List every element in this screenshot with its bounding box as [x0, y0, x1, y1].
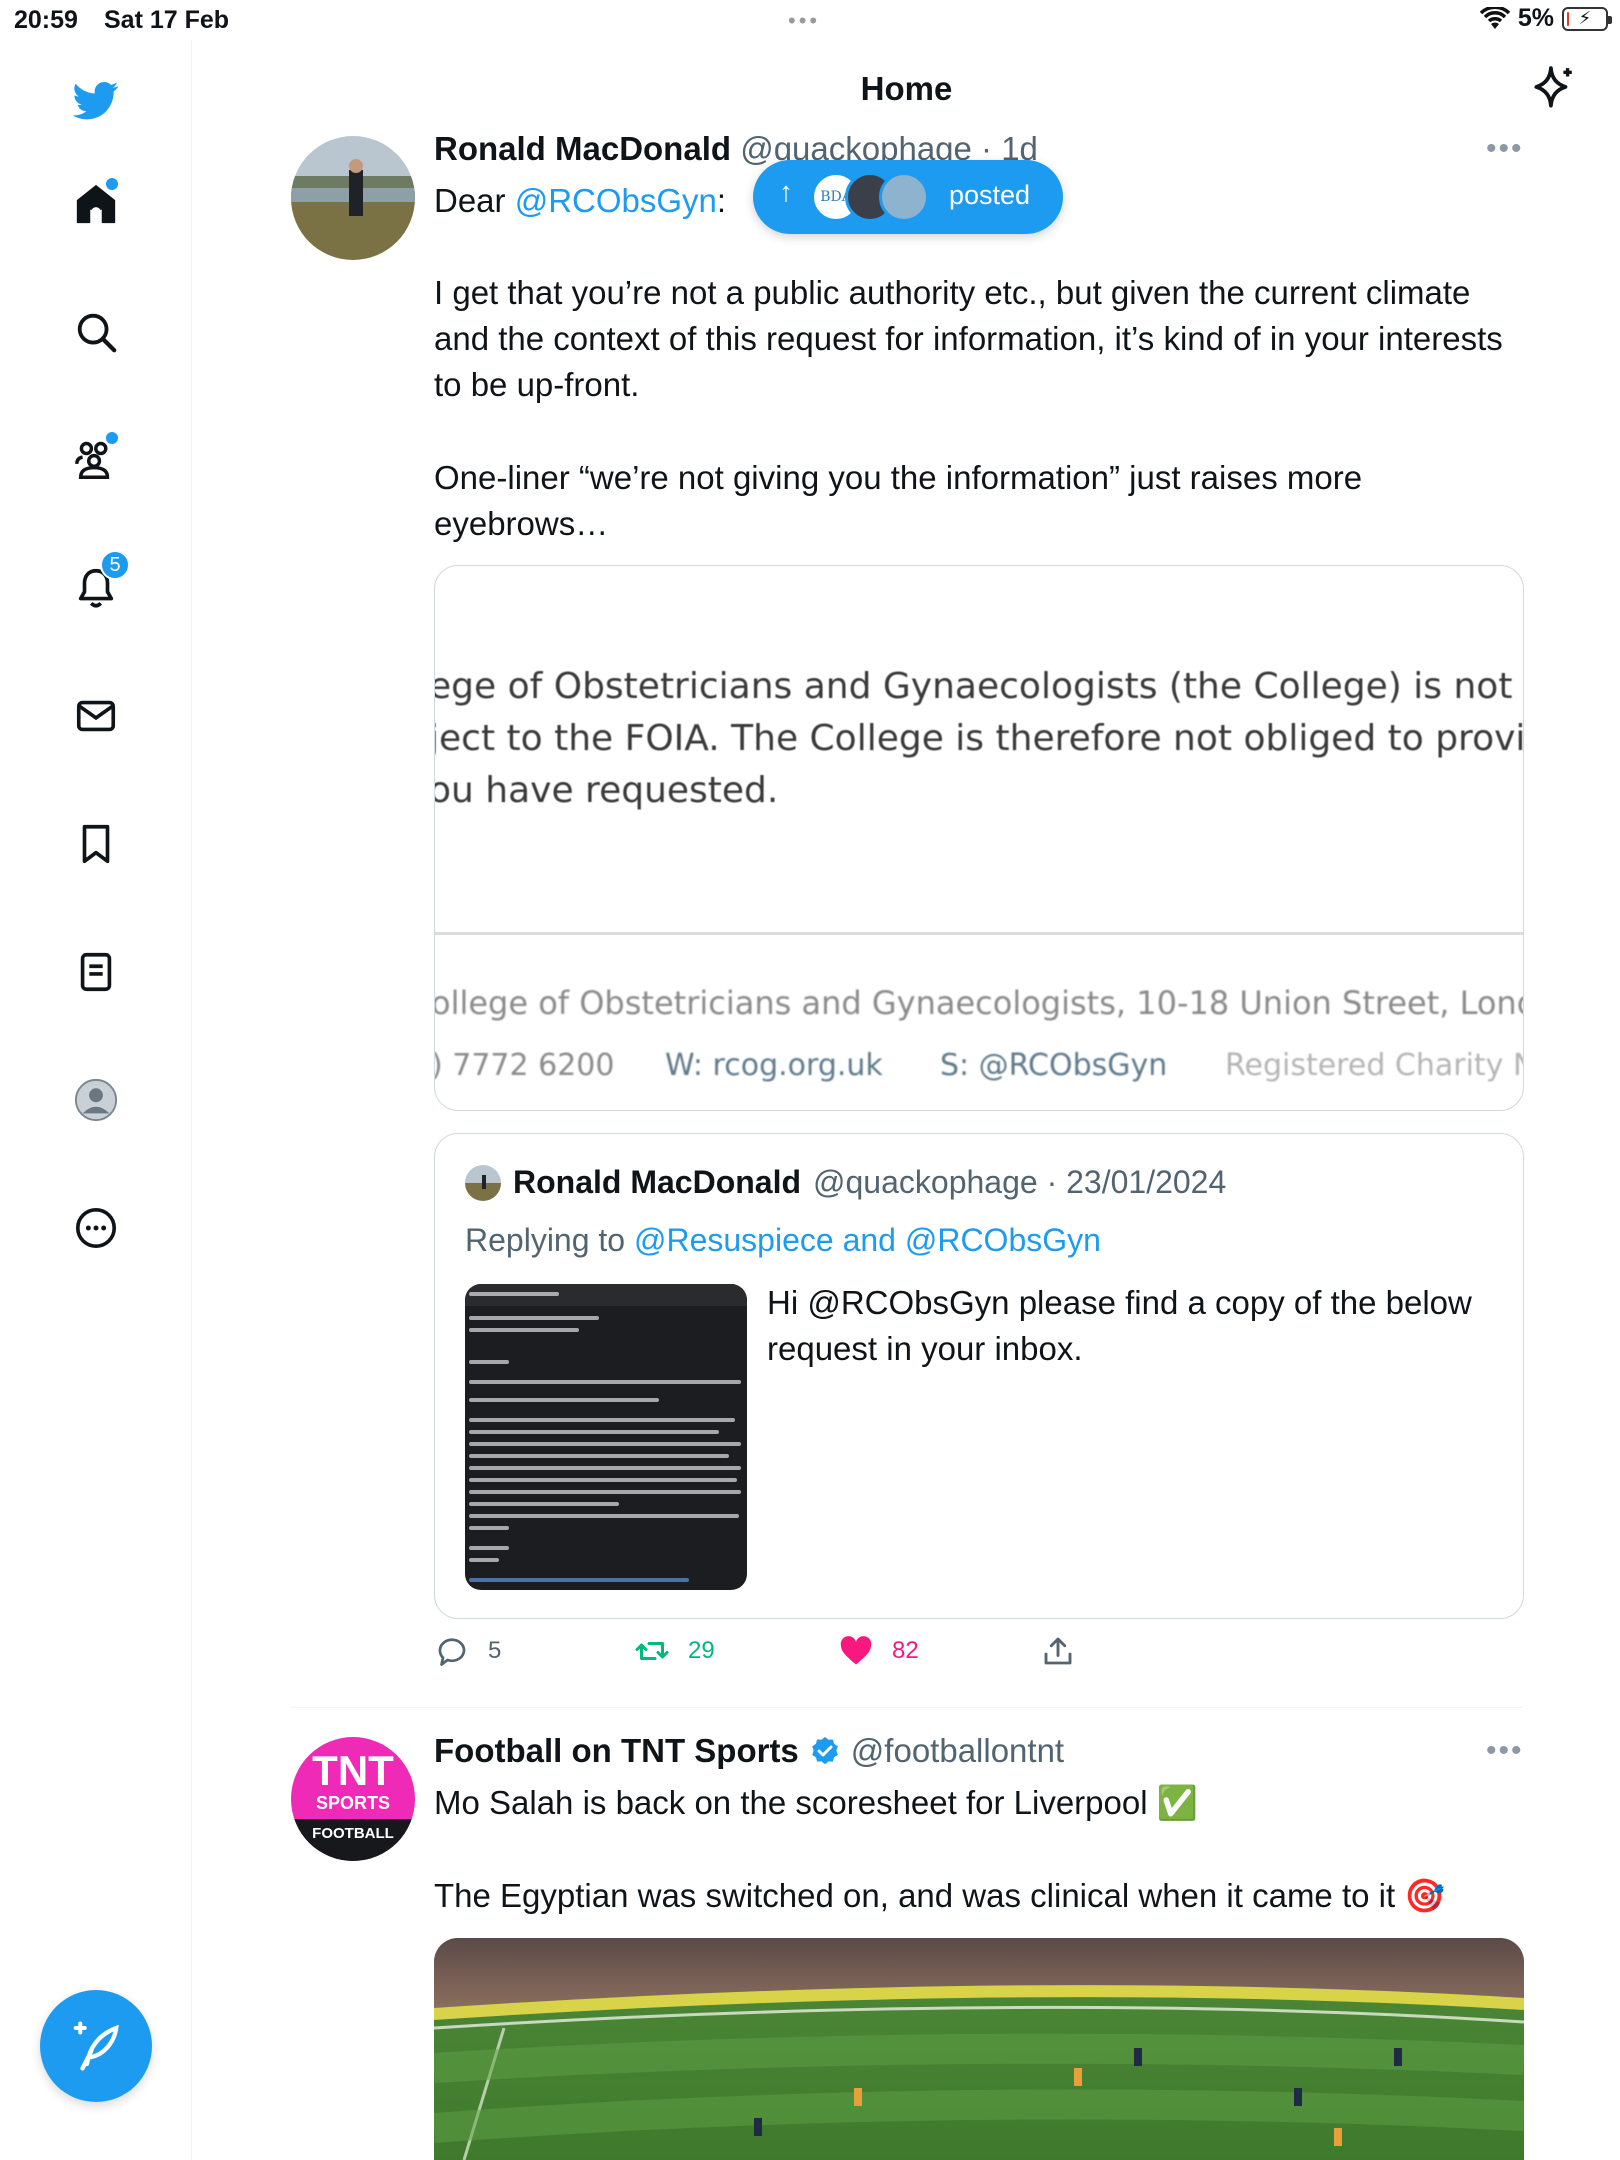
status-date: Sat 17 Feb	[104, 6, 230, 34]
image-footer-phone: ) 7772 6200	[434, 1048, 615, 1083]
reply-icon	[438, 1638, 466, 1666]
retweet-button[interactable]: 29	[634, 1633, 715, 1669]
profile-avatar-icon[interactable]	[62, 1066, 130, 1134]
share-button[interactable]	[1040, 1633, 1076, 1669]
image-footer-address: ollege of Obstetricians and Gynaecologis…	[434, 984, 1524, 1022]
tweet-text-line2: The Egyptian was switched on, and was cl…	[434, 1877, 1446, 1914]
battery-icon: ⚡	[1562, 6, 1612, 31]
tweet-actions: 5 29 82	[434, 1633, 1114, 1683]
tnt-logo-football: FOOTBALL	[312, 1825, 394, 1842]
quoted-author-name[interactable]: Ronald MacDonald	[513, 1164, 801, 1201]
tweet-text-para2: One-liner “we’re not giving you the info…	[434, 459, 1363, 542]
image-footer-charity: Registered Charity N	[1225, 1048, 1524, 1083]
tweet-text-para1: I get that you’re not a public authority…	[434, 274, 1503, 403]
retweet-count: 29	[688, 1637, 715, 1664]
tweet-video[interactable]	[434, 1938, 1524, 2160]
tweet-image[interactable]: ege of Obstetricians and Gynaecologists …	[434, 565, 1524, 1111]
notifications-bell-icon[interactable]: 5	[62, 550, 130, 622]
sparkle-timeline-icon[interactable]	[1528, 64, 1578, 114]
tnt-logo-text: TNT	[312, 1747, 394, 1794]
status-indicators: 5% ⚡	[1479, 4, 1612, 33]
tweet-author-handle[interactable]: @footballontnt	[851, 1732, 1064, 1770]
heart-icon	[840, 1636, 872, 1665]
image-text-line-3: ou have requested.	[434, 770, 779, 811]
home-unread-dot	[106, 178, 118, 190]
tnt-logo-sports: SPORTS	[315, 1793, 390, 1813]
retweet-icon	[635, 1642, 669, 1660]
multitasking-dots-icon[interactable]: •••	[788, 8, 820, 34]
tweet-divider	[291, 1707, 1523, 1708]
wifi-icon	[1479, 6, 1510, 29]
sidebar: 5	[0, 40, 192, 2160]
reply-count: 5	[488, 1637, 502, 1664]
share-icon	[1044, 1637, 1072, 1665]
like-button[interactable]: 82	[838, 1633, 919, 1669]
tweet-more-button[interactable]: •••	[1486, 132, 1524, 166]
tweet-more-button[interactable]: •••	[1486, 1734, 1524, 1768]
tweet-text-line1: Mo Salah is back on the scoresheet for L…	[434, 1784, 1198, 1821]
messages-envelope-icon[interactable]	[62, 682, 130, 750]
image-footer-social: S: @RCObsGyn	[940, 1048, 1168, 1083]
bookmarks-icon[interactable]	[62, 810, 130, 878]
tweet-author-line: Football on TNT Sports @footballontnt	[434, 1732, 1064, 1770]
image-divider	[435, 932, 1523, 935]
football-pitch-video-frame	[434, 1938, 1524, 2160]
communities-unread-dot	[106, 432, 118, 444]
verified-badge-icon	[811, 1737, 838, 1765]
tweet-author-name[interactable]: Ronald MacDonald	[434, 130, 731, 167]
status-time: 20:59	[14, 6, 78, 34]
tweet-greeting: Dear @RCObsGyn:	[434, 182, 727, 219]
page-title: Home	[860, 70, 953, 107]
reply-button[interactable]: 5	[434, 1633, 501, 1669]
image-text-line-2: ject to the FOIA. The College is therefo…	[434, 718, 1524, 759]
battery-percent: 5%	[1517, 4, 1554, 32]
status-bar: 20:59 Sat 17 Feb ••• 5% ⚡	[0, 0, 1620, 40]
communities-icon[interactable]	[62, 426, 130, 494]
posted-label: posted	[949, 180, 1031, 210]
pill-avatar-3	[879, 172, 929, 222]
arrow-up-icon: ↑	[779, 176, 793, 207]
more-options-icon[interactable]	[62, 1194, 130, 1262]
timeline-header: Home	[193, 40, 1620, 140]
tweet-author-avatar[interactable]	[291, 136, 415, 260]
quoted-tweet-text: Hi @RCObsGyn please find a copy of the b…	[767, 1284, 1472, 1367]
feather-plus-icon	[73, 2021, 119, 2071]
replying-to-links[interactable]: @Resuspiece and @RCObsGyn	[634, 1222, 1101, 1258]
image-footer-web: W: rcog.org.uk	[665, 1048, 883, 1083]
like-count: 82	[892, 1637, 919, 1664]
quoted-tweet-header: Ronald MacDonald @quackophage · 23/01/20…	[465, 1164, 1226, 1201]
image-text-line-1: ege of Obstetricians and Gynaecologists …	[434, 666, 1524, 707]
explore-search-icon[interactable]	[62, 298, 130, 366]
quoted-author-avatar	[465, 1164, 501, 1201]
twitter-logo-icon[interactable]	[62, 66, 130, 134]
home-icon[interactable]	[62, 170, 130, 238]
quoted-tweet[interactable]: Ronald MacDonald @quackophage · 23/01/20…	[434, 1133, 1524, 1619]
notifications-badge: 5	[100, 550, 130, 580]
mention-link[interactable]: @RCObsGyn	[515, 182, 717, 219]
replying-to: Replying to @Resuspiece and @RCObsGyn	[465, 1222, 1101, 1258]
quoted-author-handle[interactable]: @quackophage · 23/01/2024	[813, 1164, 1226, 1201]
quoted-tweet-image[interactable]	[465, 1284, 747, 1590]
tweet-author-avatar[interactable]: TNT SPORTS FOOTBALL	[291, 1737, 415, 1861]
new-posts-pill[interactable]: ↑ BDA posted	[753, 160, 1063, 234]
tweet-author-name[interactable]: Football on TNT Sports	[434, 1732, 799, 1770]
compose-tweet-button[interactable]	[40, 1990, 152, 2102]
lists-icon[interactable]	[62, 938, 130, 1006]
